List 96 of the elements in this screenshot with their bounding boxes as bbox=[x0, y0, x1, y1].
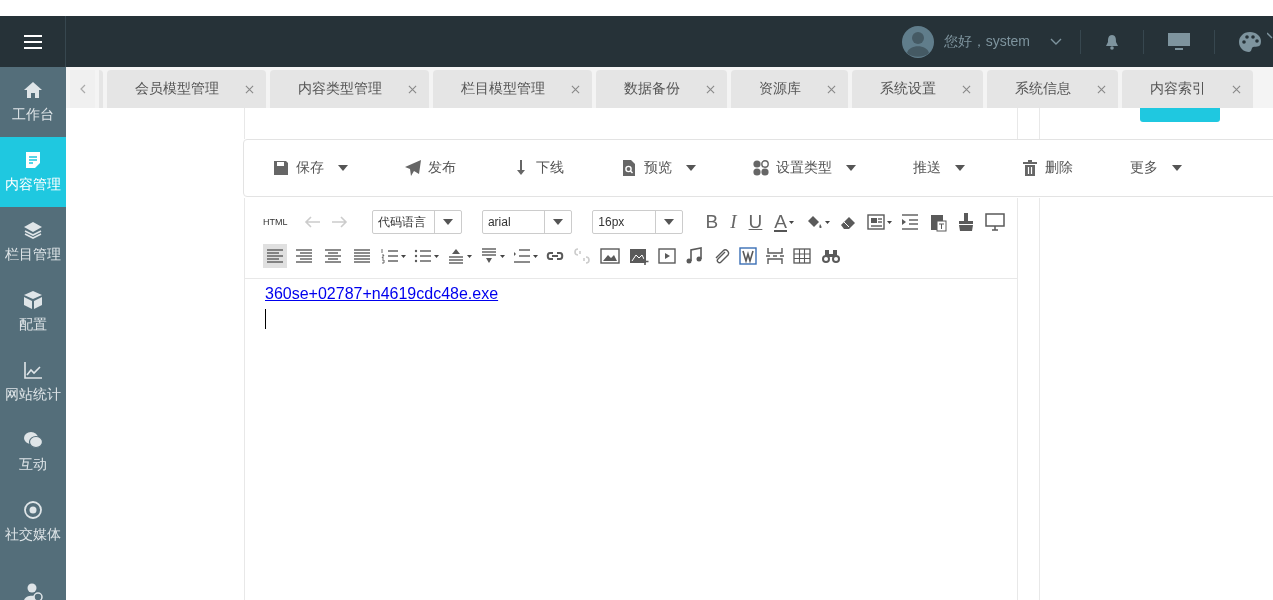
paste-text-icon bbox=[928, 212, 948, 232]
multi-image-icon bbox=[628, 246, 650, 266]
text-cursor bbox=[265, 309, 266, 329]
cube-icon bbox=[23, 290, 43, 310]
caret-icon bbox=[789, 220, 794, 224]
caret-icon bbox=[442, 219, 453, 225]
close-icon[interactable] bbox=[571, 84, 580, 94]
close-icon[interactable] bbox=[706, 84, 715, 94]
video-icon bbox=[657, 246, 677, 266]
tab[interactable]: 栏目模型管理 bbox=[433, 70, 592, 108]
tab[interactable]: 内容类型管理 bbox=[270, 70, 429, 108]
page-break-icon bbox=[765, 246, 785, 266]
action-button[interactable]: 推送 bbox=[913, 159, 965, 177]
indent-icon bbox=[900, 212, 920, 232]
caret-icon bbox=[825, 220, 830, 224]
monitor-icon[interactable] bbox=[1168, 32, 1190, 51]
preview-icon bbox=[621, 160, 637, 176]
document-icon bbox=[23, 150, 43, 170]
save-icon bbox=[273, 160, 289, 176]
format-button[interactable]: A bbox=[771, 212, 797, 232]
user-greeting[interactable]: 您好，system bbox=[943, 32, 1030, 51]
tab[interactable]: 系统信息 bbox=[987, 70, 1118, 108]
action-button[interactable]: 更多 bbox=[1130, 159, 1182, 177]
caret-icon bbox=[1172, 165, 1182, 171]
caret-icon bbox=[533, 254, 538, 258]
caret-icon bbox=[434, 254, 439, 258]
close-icon[interactable] bbox=[245, 84, 254, 94]
justify-icon bbox=[351, 246, 373, 266]
close-icon[interactable] bbox=[1232, 84, 1241, 94]
unlink-icon bbox=[572, 246, 592, 266]
sidebar-item[interactable]: 社交媒体 bbox=[0, 487, 66, 557]
caret-icon bbox=[338, 165, 348, 171]
palette-icon[interactable] bbox=[1239, 31, 1261, 52]
table-icon bbox=[792, 246, 812, 266]
preview-icon bbox=[984, 212, 1006, 232]
trash-icon bbox=[1022, 160, 1038, 176]
close-icon[interactable] bbox=[408, 84, 417, 94]
caret-icon bbox=[887, 220, 892, 224]
tab[interactable]: 系统设置 bbox=[852, 70, 983, 108]
sidebar-item[interactable]: 配置 bbox=[0, 277, 66, 347]
chat-icon bbox=[23, 430, 43, 450]
brush-icon bbox=[956, 212, 976, 232]
align-left-icon bbox=[264, 246, 286, 266]
close-icon[interactable] bbox=[962, 84, 971, 94]
dropdown-select[interactable]: 代码语言 bbox=[371, 210, 462, 234]
close-icon[interactable] bbox=[827, 84, 836, 94]
music-icon bbox=[684, 246, 704, 266]
send-icon bbox=[405, 160, 421, 176]
caret-icon bbox=[467, 254, 472, 258]
avatar[interactable] bbox=[901, 25, 934, 58]
caret-icon bbox=[553, 219, 564, 225]
sidebar-item[interactable]: 栏目管理 bbox=[0, 207, 66, 277]
caret-icon bbox=[686, 165, 696, 171]
menu-icon[interactable] bbox=[23, 34, 42, 49]
scrawl-icon bbox=[738, 246, 758, 266]
preview-button[interactable] bbox=[983, 210, 1007, 234]
sidebar-item[interactable]: 工作台 bbox=[0, 67, 66, 137]
bell-icon[interactable] bbox=[1105, 33, 1119, 50]
caret-icon bbox=[663, 219, 674, 225]
file-link[interactable]: 360se+02787+n4619cdc48e.exe bbox=[265, 285, 499, 302]
tab[interactable]: 数据备份 bbox=[596, 70, 727, 108]
action-button[interactable]: 设置类型 bbox=[753, 159, 856, 177]
target-icon bbox=[23, 500, 43, 520]
close-icon[interactable] bbox=[1097, 84, 1106, 94]
list-indent-icon bbox=[512, 246, 532, 266]
align-right-icon bbox=[293, 246, 315, 266]
align-left-button[interactable] bbox=[263, 244, 287, 268]
action-button[interactable]: 下线 bbox=[513, 159, 564, 177]
sidebar-item[interactable]: 网站统计 bbox=[0, 347, 66, 417]
action-button[interactable]: 保存 bbox=[273, 159, 348, 177]
sidebar-item[interactable]: 互动 bbox=[0, 417, 66, 487]
format-button[interactable]: B bbox=[702, 211, 722, 233]
paragraph-format-icon bbox=[866, 212, 886, 232]
layers-icon bbox=[23, 220, 43, 240]
tab[interactable]: 会员模型管理 bbox=[107, 70, 266, 108]
image-icon bbox=[599, 246, 621, 266]
action-button[interactable]: 发布 bbox=[405, 159, 456, 177]
html-button[interactable]: HTML bbox=[263, 217, 288, 227]
scrawl-button[interactable] bbox=[737, 244, 759, 268]
caret-icon bbox=[846, 165, 856, 171]
align-center-icon bbox=[322, 246, 344, 266]
ordered-list-icon bbox=[380, 246, 400, 266]
tab[interactable]: 内容索引 bbox=[1122, 70, 1253, 108]
dropdown-select[interactable]: arial bbox=[481, 210, 573, 234]
format-button[interactable]: U bbox=[745, 211, 766, 233]
chart-icon bbox=[23, 360, 43, 380]
tab[interactable]: 资源库 bbox=[731, 70, 848, 108]
caret-icon bbox=[955, 165, 965, 171]
action-button[interactable]: 预览 bbox=[621, 159, 696, 177]
format-button[interactable]: I bbox=[727, 211, 740, 233]
action-button[interactable]: 删除 bbox=[1022, 159, 1073, 177]
dropdown-select[interactable]: 16px bbox=[592, 210, 683, 234]
grid-icon bbox=[753, 160, 769, 176]
caret-icon bbox=[401, 254, 406, 258]
caret-icon bbox=[500, 254, 505, 258]
home-icon bbox=[23, 80, 43, 100]
